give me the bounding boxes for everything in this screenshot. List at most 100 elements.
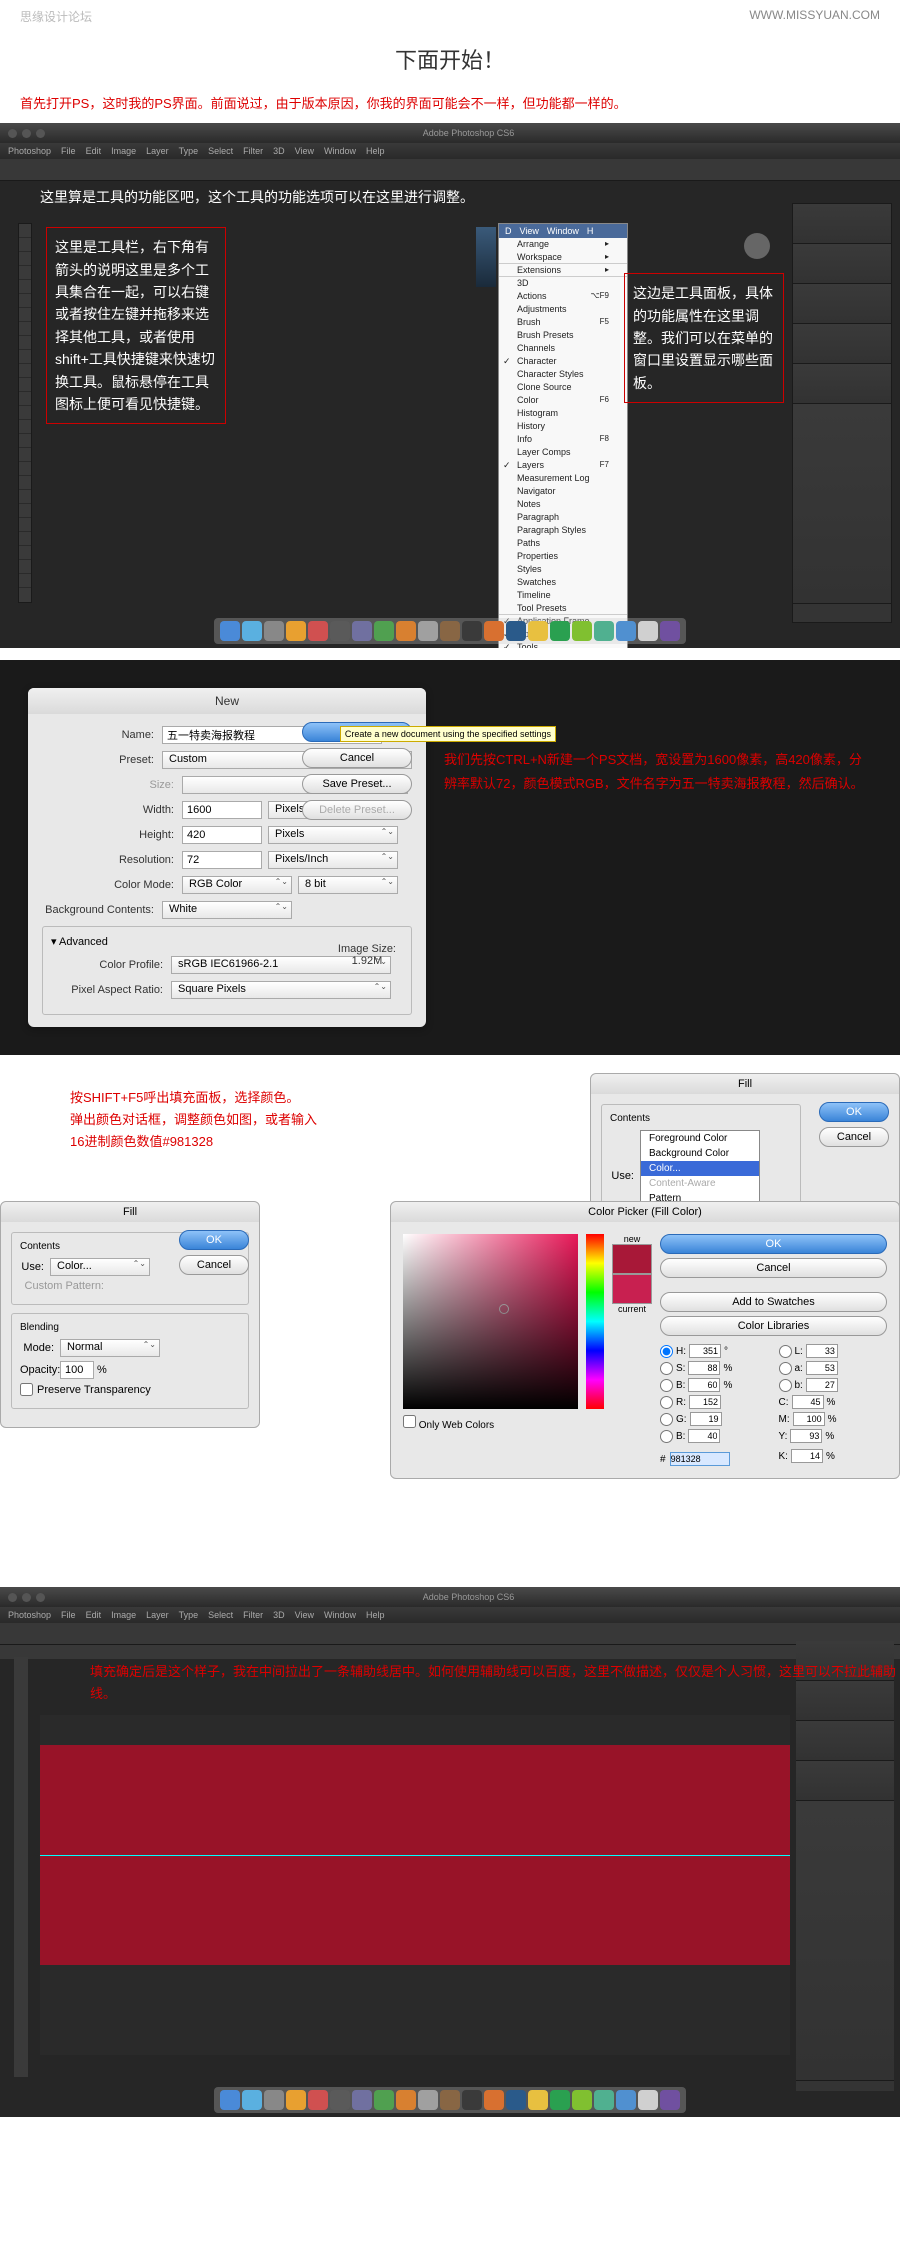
- dock-app-icon[interactable]: [616, 621, 636, 641]
- g-radio[interactable]: [660, 1413, 673, 1426]
- menu-edit[interactable]: Edit: [86, 146, 102, 156]
- tool-slot[interactable]: [19, 322, 31, 336]
- dock-app-icon[interactable]: [220, 621, 240, 641]
- menu-select[interactable]: Select: [208, 146, 233, 156]
- tool-slot[interactable]: [19, 574, 31, 588]
- dock-app-icon[interactable]: [528, 2090, 548, 2110]
- tool-slot[interactable]: [19, 532, 31, 546]
- options-bar[interactable]: [0, 1623, 900, 1645]
- menu-type[interactable]: Type: [179, 146, 199, 156]
- l-radio[interactable]: [779, 1345, 792, 1358]
- dock-app-icon[interactable]: [506, 2090, 526, 2110]
- tool-slot[interactable]: [19, 490, 31, 504]
- menu-item[interactable]: Character: [499, 355, 627, 368]
- labb-input[interactable]: [806, 1378, 838, 1392]
- dock-app-icon[interactable]: [286, 621, 306, 641]
- dock-app-icon[interactable]: [242, 2090, 262, 2110]
- menu-item[interactable]: Arrange: [499, 238, 627, 251]
- dock-app-icon[interactable]: [638, 621, 658, 641]
- height-unit-select[interactable]: Pixels: [268, 826, 398, 844]
- app-menubar[interactable]: PhotoshopFileEditImageLayerTypeSelectFil…: [0, 143, 900, 159]
- menu-3d[interactable]: 3D: [273, 1610, 285, 1620]
- menu-item[interactable]: Paragraph: [499, 511, 627, 524]
- dock-app-icon[interactable]: [220, 2090, 240, 2110]
- menu-item[interactable]: Layer Comps: [499, 446, 627, 459]
- mac-dock[interactable]: [214, 618, 686, 644]
- brgb-input[interactable]: [688, 1429, 720, 1443]
- bval-input[interactable]: [688, 1378, 720, 1392]
- tool-slot[interactable]: [19, 420, 31, 434]
- dock-app-icon[interactable]: [550, 621, 570, 641]
- a-input[interactable]: [806, 1361, 838, 1375]
- tool-slot[interactable]: [19, 434, 31, 448]
- dock-app-icon[interactable]: [264, 621, 284, 641]
- tool-slot[interactable]: [19, 560, 31, 574]
- width-input[interactable]: [182, 801, 262, 819]
- dock-app-icon[interactable]: [572, 621, 592, 641]
- menu-item[interactable]: 3D: [499, 277, 627, 290]
- minimize-icon[interactable]: [22, 1593, 31, 1602]
- options-bar[interactable]: [0, 159, 900, 181]
- menu-photoshop[interactable]: Photoshop: [8, 1610, 51, 1620]
- dock-app-icon[interactable]: [484, 2090, 504, 2110]
- tools-panel[interactable]: [14, 1657, 28, 2077]
- color-field[interactable]: [403, 1234, 578, 1409]
- h-radio[interactable]: [660, 1345, 673, 1358]
- dock-app-icon[interactable]: [638, 2090, 658, 2110]
- menu-item[interactable]: Styles: [499, 563, 627, 576]
- menu-file[interactable]: File: [61, 146, 76, 156]
- menu-item[interactable]: Navigator: [499, 485, 627, 498]
- close-icon[interactable]: [8, 129, 17, 138]
- minimize-icon[interactable]: [22, 129, 31, 138]
- resolution-input[interactable]: [182, 851, 262, 869]
- brgb-radio[interactable]: [660, 1430, 673, 1443]
- window-menu-dropdown[interactable]: DViewWindowH ArrangeWorkspaceExtensions3…: [498, 223, 628, 648]
- menu-edit[interactable]: Edit: [86, 1610, 102, 1620]
- dock-app-icon[interactable]: [572, 2090, 592, 2110]
- hue-slider[interactable]: [586, 1234, 604, 1409]
- menu-item[interactable]: Notes: [499, 498, 627, 511]
- close-icon[interactable]: [8, 1593, 17, 1602]
- menu-item[interactable]: Clone Source: [499, 381, 627, 394]
- dock-app-icon[interactable]: [462, 621, 482, 641]
- menu-layer[interactable]: Layer: [146, 1610, 169, 1620]
- dock-app-icon[interactable]: [308, 621, 328, 641]
- menu-filter[interactable]: Filter: [243, 1610, 263, 1620]
- menu-window[interactable]: Window: [324, 1610, 356, 1620]
- tool-slot[interactable]: [19, 266, 31, 280]
- aspect-select[interactable]: Square Pixels: [171, 981, 391, 999]
- menu-file[interactable]: File: [61, 1610, 76, 1620]
- dock-app-icon[interactable]: [528, 621, 548, 641]
- menu-select[interactable]: Select: [208, 1610, 233, 1620]
- tool-slot[interactable]: [19, 518, 31, 532]
- cancel-button[interactable]: Cancel: [179, 1255, 249, 1275]
- resolution-unit-select[interactable]: Pixels/Inch: [268, 851, 398, 869]
- menu-item[interactable]: Tool Presets: [499, 602, 627, 615]
- dropdown-item[interactable]: Foreground Color: [641, 1131, 759, 1146]
- menu-item[interactable]: Measurement Log: [499, 472, 627, 485]
- tool-slot[interactable]: [19, 294, 31, 308]
- l-input[interactable]: [806, 1344, 838, 1358]
- tool-slot[interactable]: [19, 476, 31, 490]
- only-web-checkbox[interactable]: [403, 1415, 416, 1428]
- use-select[interactable]: Color...: [50, 1258, 150, 1276]
- menu-item[interactable]: Adjustments: [499, 303, 627, 316]
- menu-image[interactable]: Image: [111, 1610, 136, 1620]
- ok-button[interactable]: OK: [179, 1230, 249, 1250]
- a-radio[interactable]: [779, 1362, 792, 1375]
- colormode-bit-select[interactable]: 8 bit: [298, 876, 398, 894]
- menu-item[interactable]: InfoF8: [499, 433, 627, 446]
- menu-item[interactable]: Workspace: [499, 251, 627, 264]
- lab-b-radio[interactable]: [779, 1379, 792, 1392]
- tool-slot[interactable]: [19, 504, 31, 518]
- m-input[interactable]: [793, 1412, 825, 1426]
- menu-item[interactable]: Paths: [499, 537, 627, 550]
- cancel-button[interactable]: Cancel: [302, 748, 412, 768]
- menu-item[interactable]: Actions⌥F9: [499, 290, 627, 303]
- preserve-checkbox[interactable]: [20, 1383, 33, 1396]
- menu-photoshop[interactable]: Photoshop: [8, 146, 51, 156]
- ok-button[interactable]: OK: [819, 1102, 889, 1122]
- menu-window[interactable]: Window: [324, 146, 356, 156]
- dock-app-icon[interactable]: [462, 2090, 482, 2110]
- mode-select[interactable]: Normal: [60, 1339, 160, 1357]
